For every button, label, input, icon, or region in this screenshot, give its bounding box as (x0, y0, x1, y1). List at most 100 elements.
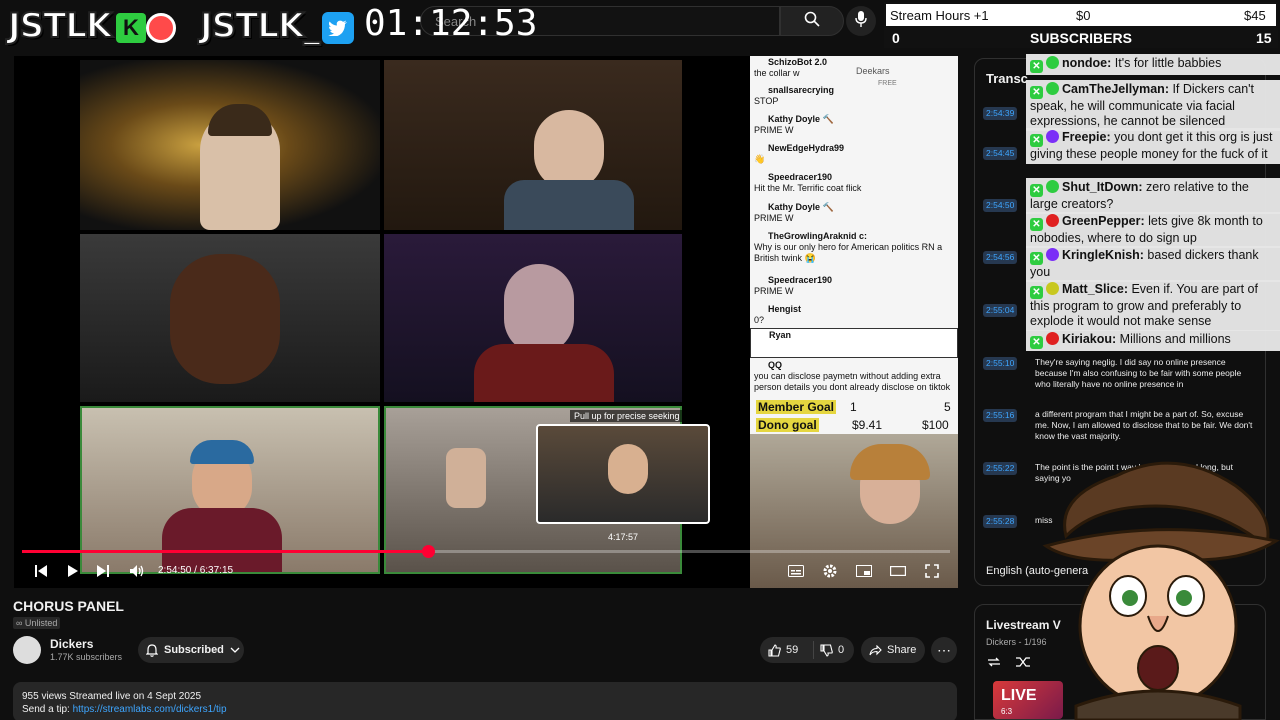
chat-username: Hengist (768, 304, 802, 314)
highlighted-text: It's for little babbies (1111, 56, 1222, 70)
thumb-time: 6:3 (1001, 707, 1013, 716)
user-badge-icon (1046, 248, 1059, 261)
transcript-timestamp[interactable]: 2:54:56 (983, 251, 1018, 264)
user-badge-icon (1046, 332, 1059, 345)
transcript-timestamp[interactable]: 2:55:04 (983, 304, 1018, 317)
dislike-button[interactable]: 0 (814, 643, 844, 657)
highlighted-chat-message: ✕ Matt_Slice: Even if. You are part of th… (1026, 280, 1280, 331)
moderator-x-icon: ✕ (1030, 286, 1043, 299)
search-button[interactable] (780, 6, 844, 36)
subscribed-label: Subscribed (164, 644, 224, 656)
highlighted-username: CamTheJellyman: (1062, 82, 1169, 96)
description-box[interactable]: 955 views Streamed live on 4 Sept 2025 S… (13, 682, 957, 720)
chat-username: Speedracer190 (768, 275, 833, 285)
transcript-timestamp[interactable]: 2:55:10 (983, 357, 1018, 370)
tip-link[interactable]: https://streamlabs.com/dickers1/tip (73, 704, 227, 715)
play-icon (68, 565, 78, 577)
volume-button[interactable] (128, 562, 146, 580)
theater-icon (890, 566, 906, 576)
voice-search-button[interactable] (846, 6, 876, 36)
transcript-timestamp[interactable]: 2:54:50 (983, 199, 1018, 212)
kick-badge: K (116, 13, 146, 43)
chat-message: Kathy Doyle 🔨 PRIME W (750, 113, 958, 139)
chat-message: Ryan (750, 328, 958, 358)
highlighted-username: Freepie: (1062, 130, 1111, 144)
settings-button[interactable] (820, 562, 840, 580)
loop-icon (988, 657, 1000, 667)
user-badge-icon (1046, 282, 1059, 295)
progress-scrubber[interactable] (422, 545, 435, 558)
chat-username: Ryan (769, 330, 792, 340)
transcript-timestamp[interactable]: 2:55:16 (983, 409, 1018, 422)
shuffle-button[interactable] (1015, 655, 1035, 671)
chat-message: Hengist 0? (750, 303, 958, 329)
subscribed-button[interactable]: Subscribed (138, 637, 244, 663)
chat-text: Hit the Mr. Terrific coat flick (754, 183, 862, 193)
progress-played (22, 550, 428, 553)
highlighted-chat-message: ✕ Shut_ItDown: zero relative to the large… (1026, 178, 1280, 214)
play-button[interactable] (64, 562, 82, 580)
dono-goal-label: Dono goal (756, 418, 819, 432)
channel-name[interactable]: Dickers (50, 637, 93, 651)
chat-username: Kathy Doyle 🔨 (768, 202, 834, 212)
next-button[interactable] (94, 562, 112, 580)
chat-username: QQ (768, 360, 783, 370)
time-display: 2:54:50 / 6:37:15 (158, 565, 234, 576)
more-actions-button[interactable]: ⋯ (931, 637, 957, 663)
mic-icon (855, 10, 867, 32)
member-goal-label: Member Goal (756, 400, 837, 414)
chat-text: Why is our only hero for American politi… (754, 242, 943, 263)
more-icon: ⋯ (937, 642, 951, 658)
fullscreen-icon (925, 564, 939, 578)
chat-text: you can disclose paymetn without adding … (754, 371, 951, 392)
loop-button[interactable] (986, 655, 1006, 671)
share-button[interactable]: Share (861, 637, 925, 663)
share-label: Share (887, 644, 917, 656)
miniplayer-button[interactable] (854, 562, 874, 580)
chat-text: 0? (754, 315, 765, 325)
stream-hours-label: Stream Hours +1 (890, 8, 989, 23)
user-badge-icon (1046, 82, 1059, 95)
thumbs-up-icon (768, 643, 781, 657)
highlighted-username: Shut_ItDown: (1062, 180, 1143, 194)
transcript-timestamp[interactable]: 2:55:22 (983, 462, 1018, 475)
transcript-timestamp[interactable]: 2:54:45 (983, 147, 1018, 160)
tip-prefix: Send a tip: (22, 704, 73, 715)
subs-count-right: 15 (1256, 30, 1272, 46)
chat-message: snallsarecrying STOP (750, 84, 958, 110)
subs-count-left: 0 (892, 30, 900, 46)
highlighted-chat-message: ✕ GreenPepper: lets give 8k month to nobo… (1026, 212, 1280, 248)
cam-panelist-5 (80, 406, 380, 574)
chat-username: Speedracer190 (768, 172, 833, 182)
jstlk-twitter-logo: JSTLK_ (199, 5, 321, 47)
user-badge-icon (1046, 214, 1059, 227)
transcript-timestamp[interactable]: 2:55:28 (983, 515, 1018, 528)
miniplayer-icon (856, 565, 872, 577)
chat-text: PRIME W (754, 286, 794, 296)
transcript-timestamp[interactable]: 2:54:39 (983, 107, 1018, 120)
subtitles-button[interactable] (786, 562, 806, 580)
chevron-down-icon (230, 647, 240, 653)
moderator-x-icon: ✕ (1030, 252, 1043, 265)
moderator-x-icon: ✕ (1030, 184, 1043, 197)
search-icon (804, 11, 820, 32)
video-player[interactable]: Pull up for precise seeking 4:17:57 Deek… (14, 56, 958, 588)
cam-panelist-4 (384, 234, 682, 402)
chat-username: Kathy Doyle 🔨 (768, 114, 834, 124)
like-button[interactable]: 59 (760, 641, 814, 659)
gear-icon (823, 564, 837, 578)
chat-text: 👋 (754, 154, 766, 164)
stream-hours-max: $45 (1244, 8, 1266, 23)
chat-message: SchizoBot 2.0 the collar w (750, 56, 958, 82)
chat-username: NewEdgeHydra99 (768, 143, 845, 153)
theater-mode-button[interactable] (888, 562, 908, 580)
thumbs-down-icon (820, 643, 833, 657)
previous-icon (35, 565, 47, 577)
fullscreen-button[interactable] (922, 562, 942, 580)
dono-goal-target: $100 (922, 418, 949, 432)
next-icon (97, 565, 109, 577)
highlighted-username: KringleKnish: (1062, 248, 1144, 262)
chat-text: STOP (754, 96, 779, 106)
previous-button[interactable] (32, 562, 50, 580)
channel-avatar[interactable] (13, 636, 41, 664)
